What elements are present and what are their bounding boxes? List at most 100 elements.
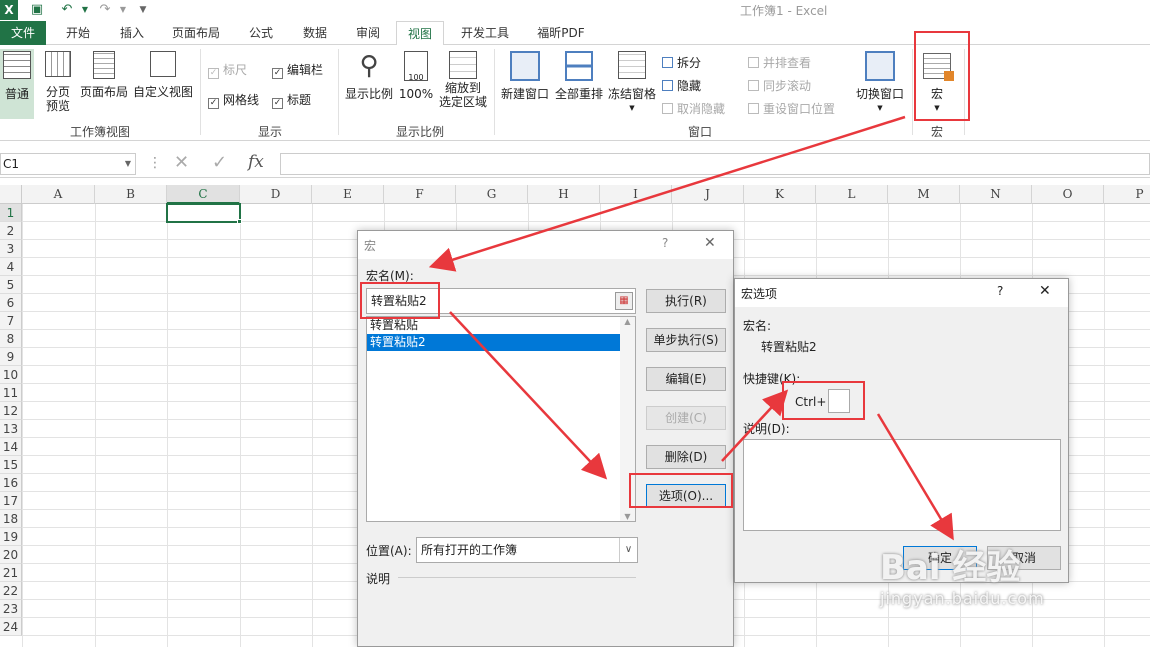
row-header[interactable]: 10	[0, 366, 22, 384]
tab-view[interactable]: 视图	[396, 21, 444, 46]
page-layout-button[interactable]: 页面布局	[78, 51, 130, 99]
close-icon[interactable]: ✕	[704, 235, 716, 251]
page-break-preview-button[interactable]: 分页 预览	[40, 51, 76, 113]
column-header[interactable]: A	[22, 185, 95, 204]
row-header[interactable]: 4	[0, 258, 22, 276]
help-icon[interactable]: ?	[997, 284, 1003, 298]
row-header[interactable]: 12	[0, 402, 22, 420]
zoom-button[interactable]: ⚲ 显示比例	[342, 51, 396, 101]
row-header[interactable]: 6	[0, 294, 22, 312]
collapse-dialog-icon[interactable]: ▦	[615, 292, 633, 310]
hide-button[interactable]: 隐藏	[662, 77, 701, 94]
normal-view-button[interactable]: 普通	[0, 49, 34, 119]
new-window-button[interactable]: 新建窗口	[498, 51, 552, 101]
cancel-icon[interactable]: ✕	[174, 152, 189, 173]
row-header[interactable]: 18	[0, 510, 22, 528]
close-icon[interactable]: ✕	[1039, 283, 1051, 299]
arrange-all-button[interactable]: 全部重排	[552, 51, 606, 101]
row-header[interactable]: 2	[0, 222, 22, 240]
save-icon[interactable]: ▣	[28, 1, 46, 19]
row-header[interactable]: 22	[0, 582, 22, 600]
tab-developer[interactable]: 开发工具	[450, 21, 520, 45]
row-header[interactable]: 15	[0, 456, 22, 474]
column-header[interactable]: H	[528, 185, 600, 204]
sync-scroll-button[interactable]: 同步滚动	[748, 77, 811, 94]
row-header[interactable]: 20	[0, 546, 22, 564]
tab-data[interactable]: 数据	[290, 21, 340, 45]
row-header[interactable]: 23	[0, 600, 22, 618]
freeze-panes-button[interactable]: 冻结窗格 ▼	[606, 51, 658, 115]
column-header[interactable]: N	[960, 185, 1032, 204]
headings-checkbox[interactable]: ✓ 标题	[272, 91, 311, 109]
formula-bar-checkbox[interactable]: ✓ 编辑栏	[272, 61, 323, 79]
row-header[interactable]: 24	[0, 618, 22, 636]
column-header[interactable]: L	[816, 185, 888, 204]
row-header[interactable]: 21	[0, 564, 22, 582]
column-header[interactable]: I	[600, 185, 672, 204]
description-input[interactable]	[743, 439, 1061, 531]
create-button[interactable]: 创建(C)	[646, 406, 726, 430]
column-header[interactable]: M	[888, 185, 960, 204]
name-box[interactable]: C1 ▼	[0, 153, 136, 175]
switch-windows-button[interactable]: 切换窗口 ▼	[852, 51, 908, 115]
ruler-checkbox[interactable]: ✓ 标尺	[208, 61, 247, 79]
row-header[interactable]: 3	[0, 240, 22, 258]
custom-views-button[interactable]: 自定义视图	[132, 51, 194, 99]
enter-icon[interactable]: ✓	[212, 152, 227, 173]
edit-button[interactable]: 编辑(E)	[646, 367, 726, 391]
unhide-button[interactable]: 取消隐藏	[662, 100, 725, 117]
redo-icon[interactable]: ↷	[96, 1, 114, 19]
column-header[interactable]: F	[384, 185, 456, 204]
row-header[interactable]: 16	[0, 474, 22, 492]
tab-foxit-pdf[interactable]: 福昕PDF	[526, 21, 596, 45]
fill-handle[interactable]	[237, 219, 242, 224]
macro-list[interactable]: 转置粘贴 转置粘贴2 ▲ ▼	[366, 316, 636, 522]
delete-button[interactable]: 删除(D)	[646, 445, 726, 469]
tab-insert[interactable]: 插入	[106, 21, 158, 45]
list-item[interactable]: 转置粘贴	[367, 317, 635, 334]
row-header[interactable]: 11	[0, 384, 22, 402]
formula-input[interactable]	[280, 153, 1150, 175]
zoom-to-selection-button[interactable]: 缩放到 选定区域	[436, 51, 490, 109]
column-header[interactable]: G	[456, 185, 528, 204]
column-header[interactable]: D	[240, 185, 312, 204]
tab-home[interactable]: 开始	[52, 21, 104, 45]
side-by-side-button[interactable]: 并排查看	[748, 54, 811, 71]
column-header[interactable]: B	[95, 185, 167, 204]
insert-function-icon[interactable]: fx	[248, 152, 264, 172]
tab-page-layout[interactable]: 页面布局	[162, 21, 230, 45]
zoom-100-button[interactable]: 100 100%	[398, 51, 434, 101]
redo-dropdown-icon[interactable]: ▼	[114, 1, 132, 19]
row-header[interactable]: 17	[0, 492, 22, 510]
row-header[interactable]: 19	[0, 528, 22, 546]
undo-dropdown-icon[interactable]: ▼	[76, 1, 94, 19]
undo-icon[interactable]: ↶	[58, 1, 76, 19]
reset-position-button[interactable]: 重设窗口位置	[748, 100, 835, 117]
column-header[interactable]: J	[672, 185, 744, 204]
tab-review[interactable]: 审阅	[343, 21, 393, 45]
row-header[interactable]: 7	[0, 312, 22, 330]
location-select[interactable]: 所有打开的工作簿 ∨	[416, 537, 638, 563]
column-header[interactable]: O	[1032, 185, 1104, 204]
select-all-corner[interactable]	[0, 185, 22, 204]
row-header[interactable]: 13	[0, 420, 22, 438]
row-header[interactable]: 9	[0, 348, 22, 366]
customize-icon[interactable]: ▼	[134, 1, 152, 19]
split-button[interactable]: 拆分	[662, 54, 701, 71]
list-item[interactable]: 转置粘贴2	[367, 334, 620, 351]
row-header[interactable]: 14	[0, 438, 22, 456]
column-header[interactable]: K	[744, 185, 816, 204]
column-header[interactable]: E	[312, 185, 384, 204]
column-header[interactable]: C	[167, 185, 240, 204]
help-icon[interactable]: ?	[662, 236, 668, 250]
column-header[interactable]: P	[1104, 185, 1150, 204]
tab-file[interactable]: 文件	[0, 21, 46, 45]
active-cell[interactable]	[166, 203, 241, 223]
row-header[interactable]: 5	[0, 276, 22, 294]
tab-formulas[interactable]: 公式	[236, 21, 286, 45]
step-into-button[interactable]: 单步执行(S)	[646, 328, 726, 352]
row-header[interactable]: 1	[0, 204, 22, 222]
gridlines-checkbox[interactable]: ✓ 网格线	[208, 91, 259, 109]
row-header[interactable]: 8	[0, 330, 22, 348]
run-button[interactable]: 执行(R)	[646, 289, 726, 313]
